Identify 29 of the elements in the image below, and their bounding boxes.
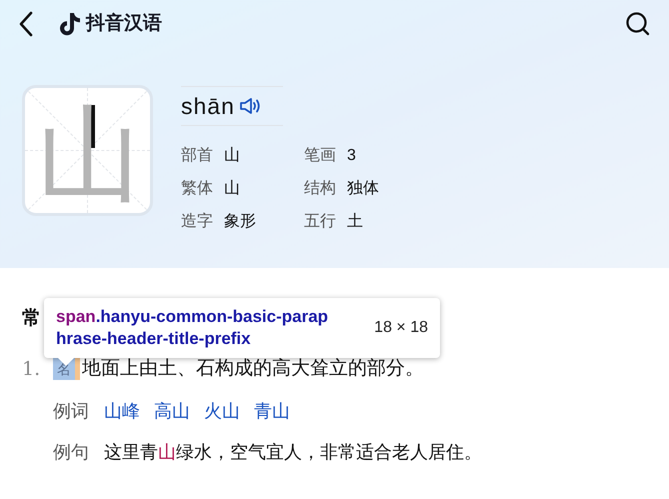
info-label: 五行: [304, 212, 336, 232]
element-selector-text: span.hanyu-common-basic-paraphrase-header-title-prefix: [56, 306, 330, 350]
example-words-label: 例词: [53, 400, 89, 423]
speaker-icon[interactable]: [240, 97, 262, 115]
info-value: 土: [347, 212, 363, 232]
example-sentence-label: 例句: [53, 441, 89, 464]
info-label: 繁体: [181, 179, 213, 199]
element-size-text: 18 × 18: [374, 318, 428, 338]
pinyin-text: shān: [181, 94, 235, 118]
info-label: 部首: [181, 146, 213, 166]
info-label: 笔画: [304, 146, 336, 166]
example-sentence: 这里青山绿水，空气宜人，非常适合老人居住。: [104, 441, 482, 464]
definition-text: 地面上由土、石构成的高大耸立的部分。: [82, 356, 424, 381]
search-button[interactable]: [625, 11, 651, 37]
info-value: 象形: [224, 212, 256, 232]
music-note-icon: [59, 12, 81, 36]
info-value: 独体: [347, 178, 379, 199]
definition-number: 1.: [22, 356, 42, 382]
info-value: 山: [224, 178, 240, 199]
app-title: 抖音汉语: [86, 12, 162, 36]
example-word-link[interactable]: 山峰: [104, 398, 140, 425]
section-title: 常: [22, 307, 41, 331]
example-word-link[interactable]: 高山: [154, 398, 190, 425]
example-word-link[interactable]: 火山: [204, 398, 240, 425]
info-value: 山: [224, 146, 240, 166]
info-value: 3: [347, 146, 356, 166]
info-label: 造字: [181, 212, 213, 232]
example-word-link[interactable]: 青山: [254, 398, 290, 425]
info-label: 结构: [304, 178, 336, 199]
